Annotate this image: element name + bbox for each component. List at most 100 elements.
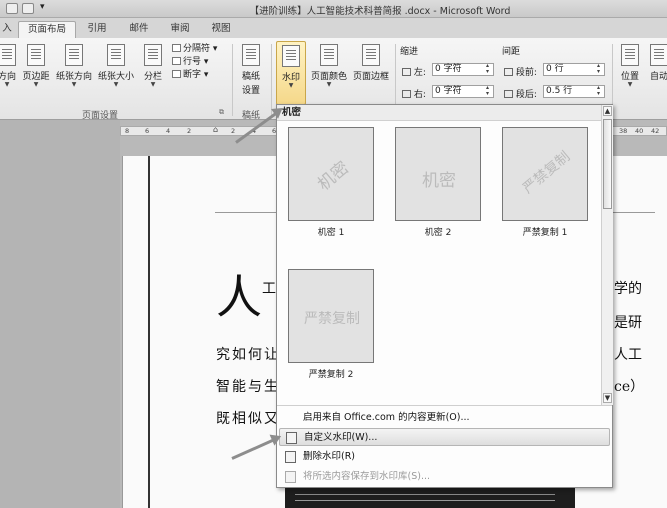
divider (271, 44, 272, 116)
spacing-before-icon (504, 68, 513, 76)
text-direction-icon (0, 44, 16, 66)
thumb-caption: 严禁复制 2 (308, 370, 354, 380)
indent-heading: 缩进 (400, 47, 419, 57)
watermark-thumb-confidential-1[interactable]: 机密 (288, 127, 374, 221)
draft-settings-button[interactable]: 稿纸 设置 (236, 44, 266, 96)
wrap-text-icon (650, 44, 667, 66)
quick-access-dropdown-icon[interactable]: ▾ (40, 2, 45, 12)
undo-icon[interactable] (22, 3, 34, 14)
tab-insert[interactable]: 入 (0, 21, 14, 38)
draft-group-label: 稿纸 (241, 111, 260, 121)
ribbon-tabs: 入 页面布局 引用 邮件 审阅 视图 (0, 18, 667, 38)
tab-references[interactable]: 引用 (80, 21, 114, 38)
chevron-down-icon: ▼ (288, 82, 294, 89)
orientation-icon (65, 44, 83, 66)
spacing-after-label: 段后: (504, 87, 537, 100)
orientation-button[interactable]: 纸张方向 ▼ (54, 44, 94, 88)
spacing-before-label: 段前: (504, 65, 537, 78)
doc-text: 究如何让 (216, 347, 280, 363)
divider (277, 405, 612, 406)
chevron-down-icon: ▼ (113, 81, 119, 88)
dialog-launcher-icon[interactable]: ⧉ (219, 108, 224, 117)
chevron-down-icon: ▼ (71, 81, 77, 88)
doc-text: 既相似又 (216, 411, 280, 427)
menu-update-from-office[interactable]: 启用来自 Office.com 的内容更新(O)... (279, 409, 610, 427)
save-icon[interactable] (6, 3, 18, 14)
draft-paper-icon (242, 44, 260, 66)
chevron-down-icon: ▼ (627, 81, 633, 88)
doc-text: 是研 (614, 315, 642, 331)
page-margin-line (148, 156, 150, 508)
watermark-thumb-do-not-copy-2[interactable]: 严禁复制 (288, 269, 374, 363)
scroll-down-icon[interactable]: ▼ (603, 393, 612, 403)
tab-page-layout[interactable]: 页面布局 (18, 21, 76, 38)
watermark-thumb-do-not-copy-1[interactable]: 严禁复制 (502, 127, 588, 221)
columns-button[interactable]: 分栏 ▼ (140, 44, 166, 88)
chevron-down-icon: ▼ (326, 81, 332, 88)
breaks-icon (172, 44, 181, 52)
indent-left-icon (402, 68, 411, 76)
page-color-button[interactable]: 页面颜色 ▼ (309, 44, 349, 88)
position-button[interactable]: 位置 ▼ (617, 44, 643, 88)
gallery-scrollbar[interactable]: ▲ ▼ (601, 105, 613, 405)
watermark-icon (282, 45, 300, 67)
custom-watermark-icon (286, 432, 297, 444)
thumb-caption: 严禁复制 1 (522, 228, 568, 238)
watermark-thumb-confidential-2[interactable]: 机密 (395, 127, 481, 221)
doc-text: 工 (262, 281, 276, 297)
page-border-button[interactable]: 页面边框 (351, 44, 391, 82)
chevron-down-icon: ▼ (4, 81, 10, 88)
doc-text: ce） (614, 379, 645, 395)
line-numbers-icon (172, 57, 181, 65)
tab-view[interactable]: 视图 (204, 21, 238, 38)
page-color-icon (320, 44, 338, 66)
tab-review[interactable]: 审阅 (163, 21, 197, 38)
menu-custom-watermark[interactable]: 自定义水印(W)... (279, 428, 610, 446)
thumb-caption: 机密 1 (317, 228, 345, 238)
indent-left-label: 左: (402, 65, 426, 78)
gallery-section-header: 机密 (277, 105, 602, 121)
size-button[interactable]: 纸张大小 ▼ (96, 44, 136, 88)
chevron-down-icon: ▼ (150, 81, 156, 88)
menu-save-to-gallery: 将所选内容保存到水印库(S)... (279, 468, 610, 486)
page-setup-small-buttons: 分隔符 ▾ 行号 ▾ 断字 ▾ (172, 43, 217, 82)
workspace-background (0, 120, 120, 508)
spacing-after-icon (504, 90, 513, 98)
spacing-after-input[interactable]: 0.5 行 (543, 85, 605, 98)
page-setup-group-label: 页面设置 (81, 111, 118, 121)
watermark-button[interactable]: 水印 ▼ (276, 41, 306, 105)
scrollbar-thumb[interactable] (603, 119, 612, 209)
indent-right-label: 右: (402, 87, 426, 100)
drop-cap: 人 (216, 270, 262, 324)
indent-right-icon (402, 90, 411, 98)
indent-left-input[interactable]: 0 字符 (432, 63, 494, 76)
wrap-text-button[interactable]: 自动 (646, 44, 667, 82)
doc-text: 学的 (614, 281, 642, 297)
chevron-down-icon: ▼ (33, 81, 39, 88)
doc-text: 人工 (614, 347, 642, 363)
title-bar: ▾ 【进阶训练】人工智能技术科普简报 .docx - Microsoft Wor… (0, 0, 667, 18)
spacing-heading: 间距 (502, 47, 521, 57)
tab-mailings[interactable]: 邮件 (122, 21, 156, 38)
save-to-gallery-icon (285, 471, 296, 483)
scroll-up-icon[interactable]: ▲ (603, 106, 612, 116)
indent-marker-icon[interactable]: ⌂ (213, 125, 218, 134)
remove-watermark-icon (285, 451, 296, 463)
line-numbers-button[interactable]: 行号 ▾ (172, 56, 217, 69)
breaks-button[interactable]: 分隔符 ▾ (172, 43, 217, 56)
indent-right-input[interactable]: 0 字符 (432, 85, 494, 98)
hyphenation-button[interactable]: 断字 ▾ (172, 69, 217, 82)
menu-remove-watermark[interactable]: 删除水印(R) (279, 448, 610, 466)
position-icon (621, 44, 639, 66)
thumb-caption: 机密 2 (424, 228, 452, 238)
margins-button[interactable]: 页边距 ▼ (20, 44, 52, 88)
spacing-before-input[interactable]: 0 行 (543, 63, 605, 76)
text-direction-button[interactable]: 方向 ▼ (0, 44, 20, 88)
divider (232, 44, 233, 116)
hyphenation-icon (172, 70, 181, 78)
margins-icon (27, 44, 45, 66)
watermark-gallery: 机密 机密 机密 1 机密 机密 2 严禁复制 严禁复制 1 严禁复制 严禁复制… (276, 104, 613, 488)
page-border-icon (362, 44, 380, 66)
doc-text: 智能与生 (216, 379, 280, 395)
paper-size-icon (107, 44, 125, 66)
